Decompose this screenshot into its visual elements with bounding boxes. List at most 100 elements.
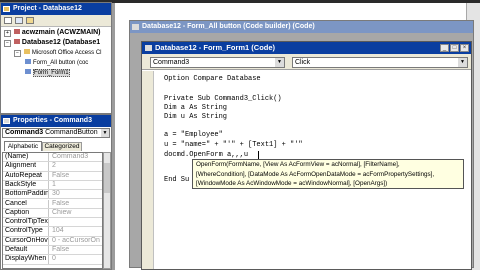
project-icon: [3, 6, 10, 12]
property-value[interactable]: False: [50, 172, 102, 180]
property-grid-scrollbar[interactable]: [103, 152, 111, 269]
expand-icon[interactable]: +: [4, 30, 11, 37]
project-toolbar: [1, 15, 111, 27]
tree-item-form-all-button[interactable]: Form_All button (coc: [25, 59, 111, 68]
property-value[interactable]: 0 - acCursorOn: [50, 237, 102, 245]
procedure-dropdown[interactable]: Click ▼: [292, 57, 468, 68]
code-line[interactable]: End Su: [164, 176, 189, 184]
collapse-icon[interactable]: −: [14, 50, 21, 57]
property-row[interactable]: BackStyle 1: [3, 180, 102, 191]
property-key: ControlTipText: [3, 218, 49, 227]
tree-item-label: Form_All button (coc: [32, 60, 89, 66]
properties-titlebar[interactable]: Properties - Command3: [1, 115, 111, 127]
property-row[interactable]: BottomPadding 30: [3, 190, 102, 200]
code-window-icon: [145, 45, 152, 51]
property-row[interactable]: CursorOnHover0 - acCursorOn: [3, 236, 102, 246]
project-explorer: Project - Database12 + acwzmain (ACWZMAI…: [0, 2, 112, 114]
procedure-dropdown-value: Click: [295, 59, 311, 66]
property-row[interactable]: ControlType 104: [3, 227, 102, 237]
property-row[interactable]: Alignment 2: [3, 162, 102, 172]
properties-title: Properties - Command3: [13, 117, 92, 124]
property-row[interactable]: Cancel False: [3, 199, 102, 209]
property-key: CursorOnHover: [3, 236, 49, 245]
view-code-icon[interactable]: [4, 17, 12, 24]
property-row[interactable]: Default False: [3, 246, 102, 256]
toggle-folders-icon[interactable]: [26, 17, 34, 24]
form-module-icon: [25, 69, 31, 74]
code-line[interactable]: Dim u As String: [164, 113, 227, 121]
back-window-title: Database12 - Form_All button (Code build…: [142, 23, 315, 30]
tree-item-database12[interactable]: − Database12 (Database1: [4, 39, 111, 48]
property-key: (Name): [3, 153, 49, 162]
property-key: BottomPadding: [3, 190, 49, 199]
property-value[interactable]: Chiew: [50, 209, 102, 217]
object-dropdown-value: Command3: [153, 59, 190, 66]
collapse-icon[interactable]: −: [4, 40, 11, 47]
property-key: Caption: [3, 208, 49, 218]
chevron-down-icon[interactable]: ▼: [275, 58, 284, 67]
tab-label: Categorized: [44, 143, 80, 150]
property-grid: (Name) Command3 Alignment 2 AutoRepeat Fals…: [2, 152, 103, 269]
property-value[interactable]: Command3: [50, 153, 102, 161]
tree-item-access-objects[interactable]: − Microsoft Office Access Cl: [14, 49, 111, 58]
tab-alphabetic[interactable]: Alphabetic: [4, 141, 42, 151]
property-value[interactable]: 2: [50, 162, 102, 170]
code-line[interactable]: a = "Employee": [164, 131, 223, 139]
code-line[interactable]: u = "name=" + "'" + [Text1] + "'": [164, 141, 303, 149]
tree-item-label: Database12 (Database1: [21, 39, 101, 46]
property-value[interactable]: 0: [50, 255, 102, 263]
property-key: ControlType: [3, 227, 49, 236]
tooltip-line: [WhereCondition], [DataMode As AcFormOpe…: [196, 170, 435, 178]
chevron-down-icon[interactable]: ▼: [458, 58, 467, 67]
property-row[interactable]: DisplayWhen 0: [3, 255, 102, 265]
tab-categorized[interactable]: Categorized: [42, 142, 82, 151]
form-module-icon: [25, 59, 31, 64]
back-window-icon: [132, 24, 139, 30]
code-line[interactable]: docmd.OpenForm a,,,u: [164, 151, 248, 159]
property-value[interactable]: False: [50, 246, 102, 254]
text-cursor: [258, 151, 259, 159]
vba-project-icon: [13, 39, 20, 44]
property-value[interactable]: [50, 218, 102, 226]
folder-icon: [23, 49, 30, 54]
property-key: BackStyle: [3, 180, 49, 190]
property-row[interactable]: Caption Chiew: [3, 208, 102, 219]
code-margin: [142, 71, 154, 269]
property-value[interactable]: False: [50, 200, 102, 208]
tree-item-form-form1[interactable]: Form_Form1: [25, 69, 111, 78]
code-window-titlebar[interactable]: Database12 - Form_Form1 (Code): [142, 42, 471, 54]
code-line[interactable]: Option Compare Database: [164, 75, 261, 83]
tree-item-label: Microsoft Office Access Cl: [31, 50, 102, 56]
property-key: Alignment: [3, 162, 49, 171]
scroll-thumb[interactable]: [104, 163, 110, 193]
property-row[interactable]: ControlTipText: [3, 218, 102, 228]
properties-panel: Properties - Command3 Command3 CommandBu…: [0, 114, 112, 270]
view-object-icon[interactable]: [15, 17, 23, 24]
code-line[interactable]: Dim a As String: [164, 104, 227, 112]
tree-item-label: Form_Form1: [32, 69, 70, 77]
property-row[interactable]: (Name) Command3: [3, 153, 102, 163]
minimize-button[interactable]: _: [440, 44, 449, 52]
properties-icon: [3, 118, 10, 124]
code-line[interactable]: Private Sub Command3_Click(): [164, 95, 282, 103]
tooltip-line: [WindowMode As AcWindowMode = acWindowNo…: [196, 180, 388, 187]
property-key: DisplayWhen: [3, 255, 49, 264]
object-dropdown[interactable]: Command3 ▼: [150, 57, 285, 68]
tree-item-label: acwzmain (ACWZMAIN): [21, 29, 101, 36]
maximize-button[interactable]: □: [450, 44, 459, 52]
property-value[interactable]: 104: [50, 227, 102, 235]
chevron-down-icon[interactable]: ▼: [101, 129, 109, 137]
tree-item-acwzmain[interactable]: + acwzmain (ACWZMAIN): [4, 29, 111, 38]
property-row[interactable]: AutoRepeat False: [3, 171, 102, 181]
project-explorer-title: Project - Database12: [13, 5, 82, 12]
back-window-titlebar[interactable]: Database12 - Form_All button (Code build…: [130, 21, 473, 33]
property-key: AutoRepeat: [3, 171, 49, 180]
project-explorer-titlebar[interactable]: Project - Database12: [1, 3, 111, 15]
property-value[interactable]: 30: [50, 190, 102, 198]
property-value[interactable]: 1: [50, 181, 102, 189]
vertical-divider: [112, 3, 115, 270]
tooltip-line: OpenForm(FormName, [View As AcFormView =…: [196, 161, 400, 168]
object-select[interactable]: Command3 CommandButton ▼: [2, 128, 110, 138]
object-type: CommandButton: [45, 129, 98, 136]
close-button[interactable]: ×: [460, 44, 469, 52]
